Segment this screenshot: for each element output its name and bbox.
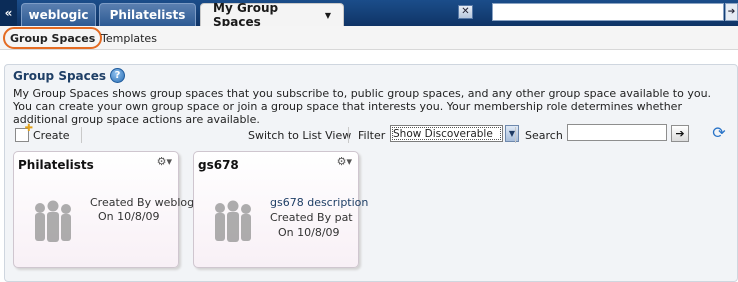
card-created-by: Created By weblogic — [90, 196, 204, 209]
group-space-card[interactable]: gs678 ⚙▾ gs678 description Created By pa… — [193, 151, 368, 268]
filter-select[interactable]: Show Discoverable — [390, 125, 503, 142]
subnav-templates[interactable]: Templates — [101, 26, 157, 50]
card-title[interactable]: Philatelists — [18, 158, 94, 172]
panel-description: My Group Spaces shows group spaces that … — [13, 87, 712, 126]
subnav-label: Group Spaces — [10, 31, 96, 45]
tab-my-group-spaces[interactable]: My Group Spaces ▼ — [200, 1, 344, 29]
help-icon[interactable]: ? — [110, 68, 126, 83]
global-search-input[interactable] — [492, 3, 724, 21]
close-icon[interactable]: ✕ — [458, 5, 473, 19]
toolbar-divider — [515, 127, 516, 143]
switch-to-list-view-link[interactable]: Switch to List View — [248, 127, 351, 143]
panel-title: Group Spaces — [13, 68, 107, 83]
toolbar-divider — [81, 127, 82, 143]
group-silhouette-icon — [215, 200, 251, 242]
card-title[interactable]: gs678 — [198, 158, 239, 172]
refresh-icon[interactable]: ⟳ — [710, 124, 728, 142]
card-created-by: Created By pat — [270, 211, 353, 224]
tab-label: weblogic — [28, 8, 89, 22]
tab-label: Philatelists — [109, 8, 186, 22]
gear-icon[interactable]: ⚙▾ — [337, 155, 352, 168]
toolbar-divider — [348, 127, 349, 143]
search-label: Search — [525, 128, 563, 142]
subnav-label: Templates — [101, 31, 157, 45]
filter-value: Show Discoverable — [393, 127, 493, 140]
scroll-left-icon[interactable]: « — [0, 0, 17, 26]
tab-bar: « weblogic Philatelists My Group Spaces … — [0, 0, 738, 29]
create-label: Create — [33, 128, 70, 142]
card-created-on: On 10/8/09 — [98, 210, 160, 223]
card-created-on: On 10/8/09 — [278, 226, 340, 239]
create-button[interactable]: Create — [15, 123, 70, 143]
tab-weblogic[interactable]: weblogic — [21, 3, 96, 26]
search-go-button[interactable]: ➔ — [671, 125, 689, 142]
group-spaces-panel: Group Spaces ? My Group Spaces shows gro… — [4, 64, 738, 282]
filter-label: Filter — [358, 128, 386, 142]
chevron-down-icon[interactable]: ▼ — [325, 11, 331, 20]
tab-label: My Group Spaces — [213, 1, 279, 29]
subnav-group-spaces[interactable]: Group Spaces — [3, 27, 103, 49]
search-input[interactable] — [567, 124, 667, 141]
create-icon — [15, 123, 33, 142]
chevron-down-icon[interactable]: ▼ — [505, 125, 519, 142]
panel-header: Group Spaces ? — [13, 68, 126, 83]
card-description: gs678 description — [270, 196, 369, 209]
gear-icon[interactable]: ⚙▾ — [157, 155, 172, 168]
group-silhouette-icon — [35, 200, 71, 242]
sub-navigation: Group Spaces Templates — [0, 26, 738, 50]
switch-label: Switch to List View — [248, 128, 352, 142]
tab-philatelists[interactable]: Philatelists — [99, 3, 196, 26]
group-space-card[interactable]: Philatelists ⚙▾ Created By weblogic On 1… — [13, 151, 203, 268]
global-search-go-icon[interactable]: ➔ — [725, 3, 738, 21]
